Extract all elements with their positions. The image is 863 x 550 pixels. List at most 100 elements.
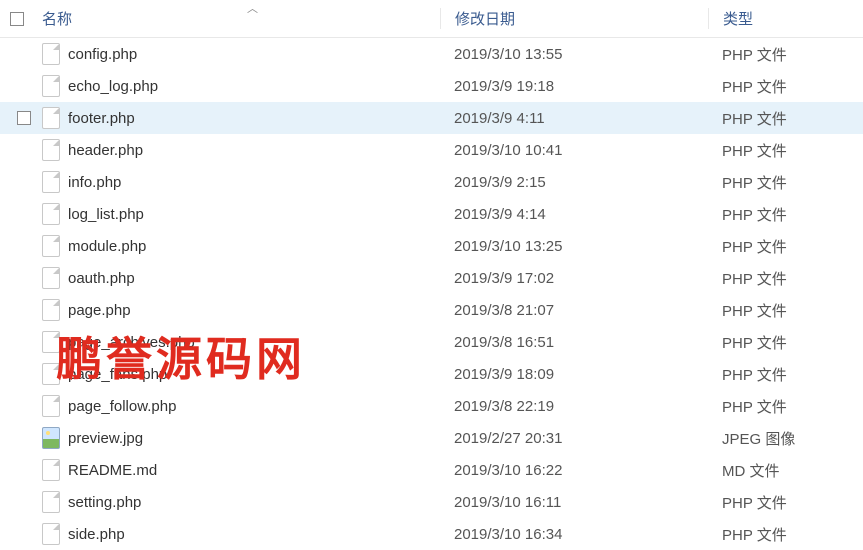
file-date-cell: 2019/3/10 16:34 bbox=[440, 526, 708, 543]
column-header-type-label: 类型 bbox=[723, 11, 753, 28]
document-file-icon bbox=[42, 331, 60, 353]
file-row[interactable]: setting.php 2019/3/10 16:11PHP 文件 bbox=[0, 486, 863, 518]
file-type-cell: MD 文件 bbox=[708, 460, 863, 481]
file-name-label: preview.jpg bbox=[68, 430, 143, 447]
file-type-cell: PHP 文件 bbox=[708, 172, 863, 193]
file-date-cell: 2019/3/8 22:19 bbox=[440, 398, 708, 415]
document-file-icon bbox=[42, 43, 60, 65]
file-name-cell: preview.jpg bbox=[42, 427, 440, 449]
file-date-cell: 2019/3/9 2:15 bbox=[440, 174, 708, 191]
file-name-label: side.php bbox=[68, 526, 125, 543]
column-header-name-label: 名称 bbox=[42, 11, 72, 28]
file-date-cell: 2019/3/10 13:25 bbox=[440, 238, 708, 255]
file-type-cell: PHP 文件 bbox=[708, 44, 863, 65]
file-name-label: footer.php bbox=[68, 110, 135, 127]
file-row[interactable]: footer.php2019/3/9 4:11PHP 文件 bbox=[0, 102, 863, 134]
file-type-cell: PHP 文件 bbox=[708, 76, 863, 97]
file-row[interactable]: header.php 2019/3/10 10:41PHP 文件 bbox=[0, 134, 863, 166]
file-row[interactable]: module.php 2019/3/10 13:25PHP 文件 bbox=[0, 230, 863, 262]
file-name-cell: page.php bbox=[42, 299, 440, 321]
file-date-cell: 2019/3/10 13:55 bbox=[440, 46, 708, 63]
file-row[interactable]: README.md2019/3/10 16:22MD 文件 bbox=[0, 454, 863, 486]
file-row[interactable]: echo_log.php 2019/3/9 19:18PHP 文件 bbox=[0, 70, 863, 102]
file-date-cell: 2019/3/9 4:11 bbox=[440, 110, 708, 127]
file-name-cell: config.php bbox=[42, 43, 440, 65]
file-type-cell: JPEG 图像 bbox=[708, 428, 863, 449]
file-name-label: header.php bbox=[68, 142, 143, 159]
file-row[interactable]: oauth.php2019/3/9 17:02PHP 文件 bbox=[0, 262, 863, 294]
file-name-cell: page_follow.php bbox=[42, 395, 440, 417]
file-name-label: info.php bbox=[68, 174, 121, 191]
file-date-cell: 2019/3/10 10:41 bbox=[440, 142, 708, 159]
file-row[interactable]: preview.jpg 2019/2/27 20:31JPEG 图像 bbox=[0, 422, 863, 454]
document-file-icon bbox=[42, 523, 60, 545]
file-name-label: log_list.php bbox=[68, 206, 144, 223]
file-row[interactable]: side.php 2019/3/10 16:34PHP 文件 bbox=[0, 518, 863, 550]
file-date-cell: 2019/3/8 16:51 bbox=[440, 334, 708, 351]
file-type-cell: PHP 文件 bbox=[708, 524, 863, 545]
file-type-cell: PHP 文件 bbox=[708, 364, 863, 385]
file-name-cell: side.php bbox=[42, 523, 440, 545]
file-name-cell: footer.php bbox=[42, 107, 440, 129]
file-name-cell: README.md bbox=[42, 459, 440, 481]
file-date-cell: 2019/3/9 19:18 bbox=[440, 78, 708, 95]
image-file-icon bbox=[42, 427, 60, 449]
document-file-icon bbox=[42, 491, 60, 513]
document-file-icon bbox=[42, 459, 60, 481]
file-date-cell: 2019/3/9 17:02 bbox=[440, 270, 708, 287]
file-name-cell: info.php bbox=[42, 171, 440, 193]
file-row[interactable]: config.php 2019/3/10 13:55PHP 文件 bbox=[0, 38, 863, 70]
file-name-label: module.php bbox=[68, 238, 146, 255]
file-row[interactable]: page_archives.php2019/3/8 16:51PHP 文件 bbox=[0, 326, 863, 358]
column-header-type[interactable]: 类型 bbox=[708, 8, 863, 29]
document-file-icon bbox=[42, 171, 60, 193]
sort-ascending-icon: ︿ bbox=[247, 0, 258, 16]
file-name-label: echo_log.php bbox=[68, 78, 158, 95]
file-name-cell: module.php bbox=[42, 235, 440, 257]
file-date-cell: 2019/3/9 18:09 bbox=[440, 366, 708, 383]
document-file-icon bbox=[42, 139, 60, 161]
file-type-cell: PHP 文件 bbox=[708, 300, 863, 321]
column-header-date-label: 修改日期 bbox=[455, 11, 515, 28]
file-date-cell: 2019/2/27 20:31 bbox=[440, 430, 708, 447]
file-type-cell: PHP 文件 bbox=[708, 396, 863, 417]
file-name-label: page_follow.php bbox=[68, 398, 176, 415]
file-date-cell: 2019/3/10 16:11 bbox=[440, 494, 708, 511]
column-header-date[interactable]: 修改日期 bbox=[440, 8, 708, 29]
file-name-cell: log_list.php bbox=[42, 203, 440, 225]
file-row[interactable]: log_list.php 2019/3/9 4:14PHP 文件 bbox=[0, 198, 863, 230]
file-row[interactable]: page_follow.php 2019/3/8 22:19PHP 文件 bbox=[0, 390, 863, 422]
file-name-cell: setting.php bbox=[42, 491, 440, 513]
file-name-label: page_archives.php bbox=[68, 334, 195, 351]
file-type-cell: PHP 文件 bbox=[708, 236, 863, 257]
document-file-icon bbox=[42, 267, 60, 289]
file-row[interactable]: info.php 2019/3/9 2:15PHP 文件 bbox=[0, 166, 863, 198]
file-name-label: config.php bbox=[68, 46, 137, 63]
file-name-cell: echo_log.php bbox=[42, 75, 440, 97]
file-name-label: page_fans.php bbox=[68, 366, 167, 383]
document-file-icon bbox=[42, 75, 60, 97]
file-type-cell: PHP 文件 bbox=[708, 268, 863, 289]
select-all-checkbox[interactable] bbox=[10, 12, 24, 26]
document-file-icon bbox=[42, 363, 60, 385]
file-date-cell: 2019/3/9 4:14 bbox=[440, 206, 708, 223]
file-row[interactable]: page_fans.php 2019/3/9 18:09PHP 文件 bbox=[0, 358, 863, 390]
file-date-cell: 2019/3/8 21:07 bbox=[440, 302, 708, 319]
file-name-label: page.php bbox=[68, 302, 131, 319]
file-type-cell: PHP 文件 bbox=[708, 492, 863, 513]
file-name-cell: page_fans.php bbox=[42, 363, 440, 385]
file-name-label: setting.php bbox=[68, 494, 141, 511]
row-checkbox-slot bbox=[0, 111, 42, 125]
file-date-cell: 2019/3/10 16:22 bbox=[440, 462, 708, 479]
document-file-icon bbox=[42, 395, 60, 417]
document-file-icon bbox=[42, 107, 60, 129]
file-type-cell: PHP 文件 bbox=[708, 140, 863, 161]
file-row[interactable]: page.php 2019/3/8 21:07PHP 文件 bbox=[0, 294, 863, 326]
file-name-cell: page_archives.php bbox=[42, 331, 440, 353]
document-file-icon bbox=[42, 203, 60, 225]
file-name-cell: header.php bbox=[42, 139, 440, 161]
column-header-name[interactable]: 名称 ︿ bbox=[42, 8, 440, 29]
file-list: config.php2019/3/10 13:55PHP 文件echo_log.… bbox=[0, 38, 863, 550]
file-type-cell: PHP 文件 bbox=[708, 204, 863, 225]
row-checkbox[interactable] bbox=[17, 111, 31, 125]
